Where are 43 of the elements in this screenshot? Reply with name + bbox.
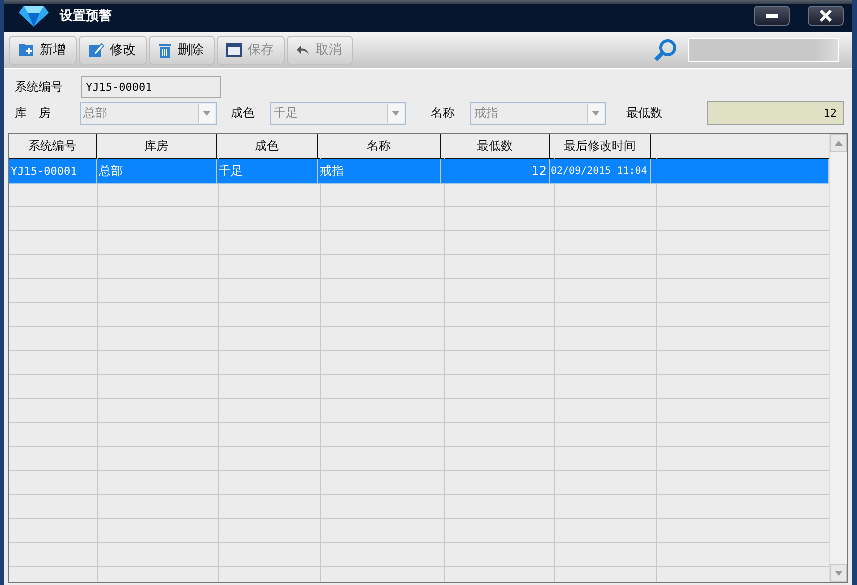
field-label: 最低数	[626, 104, 664, 122]
scroll-down-button[interactable]	[830, 564, 847, 582]
column-header[interactable]: 系统编号	[9, 134, 97, 158]
toolbar-button[interactable]: 新增	[9, 36, 77, 64]
caret-icon	[592, 110, 600, 116]
scroll-up-button[interactable]	[830, 134, 847, 152]
column-header[interactable]: 库房	[97, 134, 217, 158]
table-cell: 12	[441, 159, 550, 183]
caret-up-icon	[834, 140, 842, 146]
pencil-icon	[88, 42, 104, 58]
table-cell: 戒指	[318, 159, 441, 183]
field-label: 库 房	[15, 104, 52, 122]
table-cell: 千足	[217, 159, 318, 183]
table-row[interactable]: YJ15-00001 总部 千足 戒指 12 02/09/2015 11:04	[9, 159, 829, 184]
window-title: 设置预警	[60, 8, 113, 25]
table-cell: 02/09/2015 11:04	[550, 159, 651, 183]
trash-icon	[158, 42, 172, 58]
code-field[interactable]: YJ15-00001	[81, 76, 221, 98]
number-field[interactable]: 12	[706, 101, 844, 125]
field-label: 名称	[431, 104, 456, 122]
toolbar-button[interactable]: 删除	[149, 36, 215, 64]
undo-icon	[296, 44, 310, 56]
minimize-button[interactable]	[754, 6, 790, 26]
close-icon	[819, 10, 833, 22]
toolbar-button[interactable]: 修改	[79, 36, 147, 64]
caret-icon	[202, 110, 211, 116]
caret-down-icon	[834, 570, 842, 576]
column-header[interactable]: 最低数	[441, 134, 550, 158]
diamond-icon	[18, 4, 50, 28]
folder-icon	[18, 43, 34, 57]
search-icon[interactable]	[654, 38, 678, 62]
column-header[interactable]: 成色	[217, 134, 318, 158]
table-cell: YJ15-00001	[9, 159, 97, 183]
column-header[interactable]: 最后修改时间	[550, 134, 651, 158]
table-cell: 总部	[97, 159, 217, 183]
close-button[interactable]	[808, 6, 844, 26]
caret-icon	[392, 110, 400, 116]
field-label: 系统编号	[15, 78, 64, 96]
column-header[interactable]: 名称	[318, 134, 441, 158]
minimize-icon	[765, 13, 779, 19]
field-label: 成色	[230, 104, 256, 122]
window-icon	[226, 43, 242, 57]
search-field[interactable]	[688, 38, 839, 62]
